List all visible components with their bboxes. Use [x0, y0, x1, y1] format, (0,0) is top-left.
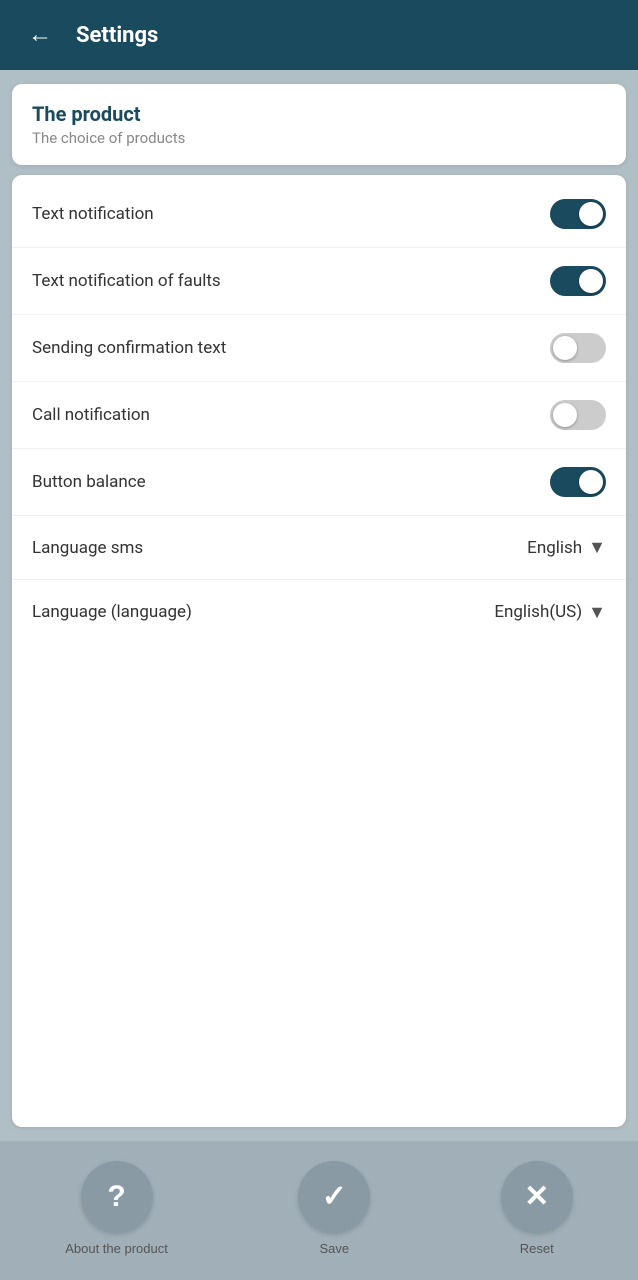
toggle-call_notification[interactable] [550, 400, 606, 430]
page-title: Settings [76, 23, 158, 48]
bottom-bar: ? About the product ✓ Save ✕ Reset [0, 1141, 638, 1280]
setting-label-call_notification: Call notification [32, 405, 150, 425]
main-content: The product The choice of products Text … [0, 70, 638, 1141]
dropdown-value-language_sms: English [527, 538, 582, 558]
product-card: The product The choice of products [12, 84, 626, 165]
setting-label-language_sms: Language sms [32, 538, 143, 558]
setting-label-sending_confirmation: Sending confirmation text [32, 338, 226, 358]
dropdown-language_language[interactable]: English(US) ▼ [446, 602, 606, 623]
setting-row-button_balance: Button balance [12, 449, 626, 516]
topbar: ← Settings [0, 0, 638, 70]
bottom-btn-reset[interactable]: ✕ Reset [501, 1161, 573, 1256]
setting-row-text_notification: Text notification [12, 181, 626, 248]
product-subtitle: The choice of products [32, 129, 606, 147]
dropdown-arrow-icon: ▼ [588, 602, 606, 623]
toggle-thumb-call_notification [553, 403, 577, 427]
bottom-btn-circle-reset: ✕ [501, 1161, 573, 1233]
bottom-btn-circle-save: ✓ [298, 1161, 370, 1233]
toggle-text_notification_faults[interactable] [550, 266, 606, 296]
setting-label-button_balance: Button balance [32, 472, 146, 492]
setting-label-text_notification_faults: Text notification of faults [32, 271, 221, 291]
reset-icon: ✕ [524, 1182, 549, 1212]
dropdown-language_sms[interactable]: English ▼ [446, 537, 606, 558]
bottom-btn-about[interactable]: ? About the product [65, 1161, 168, 1256]
bottom-btn-label-about: About the product [65, 1241, 168, 1256]
about-icon: ? [107, 1182, 125, 1212]
toggle-button_balance[interactable] [550, 467, 606, 497]
back-icon: ← [28, 21, 52, 48]
setting-label-language_language: Language (language) [32, 602, 192, 622]
bottom-btn-circle-about: ? [81, 1161, 153, 1233]
toggle-thumb-text_notification_faults [579, 269, 603, 293]
toggle-thumb-text_notification [579, 202, 603, 226]
bottom-btn-label-reset: Reset [520, 1241, 554, 1256]
dropdown-arrow-icon: ▼ [588, 537, 606, 558]
bottom-btn-save[interactable]: ✓ Save [298, 1161, 370, 1256]
bottom-btn-label-save: Save [319, 1241, 349, 1256]
save-icon: ✓ [322, 1182, 347, 1212]
toggle-thumb-button_balance [579, 470, 603, 494]
back-button[interactable]: ← [20, 17, 60, 53]
product-name: The product [32, 102, 606, 126]
setting-row-language_sms: Language sms English ▼ [12, 516, 626, 580]
toggle-sending_confirmation[interactable] [550, 333, 606, 363]
toggle-text_notification[interactable] [550, 199, 606, 229]
setting-row-call_notification: Call notification [12, 382, 626, 449]
dropdown-value-language_language: English(US) [494, 602, 582, 622]
setting-label-text_notification: Text notification [32, 204, 154, 224]
settings-card: Text notification Text notification of fa… [12, 175, 626, 1127]
toggle-thumb-sending_confirmation [553, 336, 577, 360]
setting-row-language_language: Language (language) English(US) ▼ [12, 580, 626, 644]
setting-row-sending_confirmation: Sending confirmation text [12, 315, 626, 382]
setting-row-text_notification_faults: Text notification of faults [12, 248, 626, 315]
